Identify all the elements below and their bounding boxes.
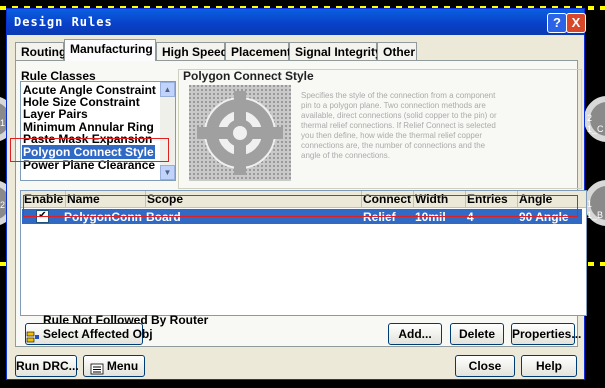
pcb-label: 2 bbox=[587, 113, 593, 123]
tab-signal-integrity[interactable]: Signal Integrity bbox=[289, 42, 382, 60]
scroll-down-icon[interactable]: ▼ bbox=[160, 165, 175, 180]
scroll-up-icon[interactable]: ▲ bbox=[160, 82, 175, 97]
pcb-label: 1 bbox=[587, 199, 593, 209]
pcb-label: 1_C bbox=[587, 124, 604, 134]
select-affected-button[interactable]: Select Affected Obj bbox=[25, 323, 153, 345]
list-item[interactable]: Layer Pairs bbox=[23, 107, 88, 121]
highlight-box bbox=[10, 138, 169, 162]
pcb-label: 2 bbox=[0, 200, 6, 210]
add-button[interactable]: Add... bbox=[388, 323, 442, 345]
help-button[interactable]: Help bbox=[521, 355, 577, 377]
pcb-label: 1 bbox=[0, 118, 6, 128]
menu-label: Menu bbox=[106, 359, 139, 373]
properties-button[interactable]: Properties... bbox=[511, 323, 581, 345]
tab-routing[interactable]: Routing bbox=[15, 42, 66, 60]
tab-manufacturing[interactable]: Manufacturing bbox=[64, 39, 156, 61]
tab-placement[interactable]: Placement bbox=[225, 42, 291, 60]
window-title: Design Rules bbox=[14, 15, 113, 29]
thermal-relief-illustration bbox=[189, 85, 291, 181]
menu-icon bbox=[90, 361, 104, 375]
title-close-button[interactable]: X bbox=[566, 13, 586, 33]
rule-classes-list[interactable]: Acute Angle Constraint Hole Size Constra… bbox=[20, 81, 176, 181]
list-scrollbar[interactable]: ▲ ▼ bbox=[160, 82, 175, 180]
highlight-box bbox=[23, 195, 578, 217]
tab-high-speed[interactable]: High Speed bbox=[156, 42, 228, 60]
title-bar[interactable]: Design Rules ? X bbox=[7, 9, 586, 35]
select-affected-label: Select Affected Obj bbox=[43, 327, 153, 341]
menu-button[interactable]: Menu bbox=[83, 355, 145, 377]
run-drc-button[interactable]: Run DRC... bbox=[15, 355, 79, 377]
tab-other[interactable]: Other bbox=[377, 42, 417, 60]
close-button[interactable]: Close bbox=[455, 355, 515, 377]
design-rules-dialog: Design Rules ? X Routing Manufacturing H… bbox=[6, 8, 587, 380]
delete-button[interactable]: Delete bbox=[450, 323, 504, 345]
polygon-connect-title: Polygon Connect Style bbox=[183, 69, 314, 83]
select-objects-icon bbox=[26, 329, 40, 343]
title-help-button[interactable]: ? bbox=[547, 13, 567, 33]
polygon-connect-description: Specifies the style of the connection fr… bbox=[301, 91, 497, 160]
pcb-label: 1_B bbox=[587, 210, 604, 220]
